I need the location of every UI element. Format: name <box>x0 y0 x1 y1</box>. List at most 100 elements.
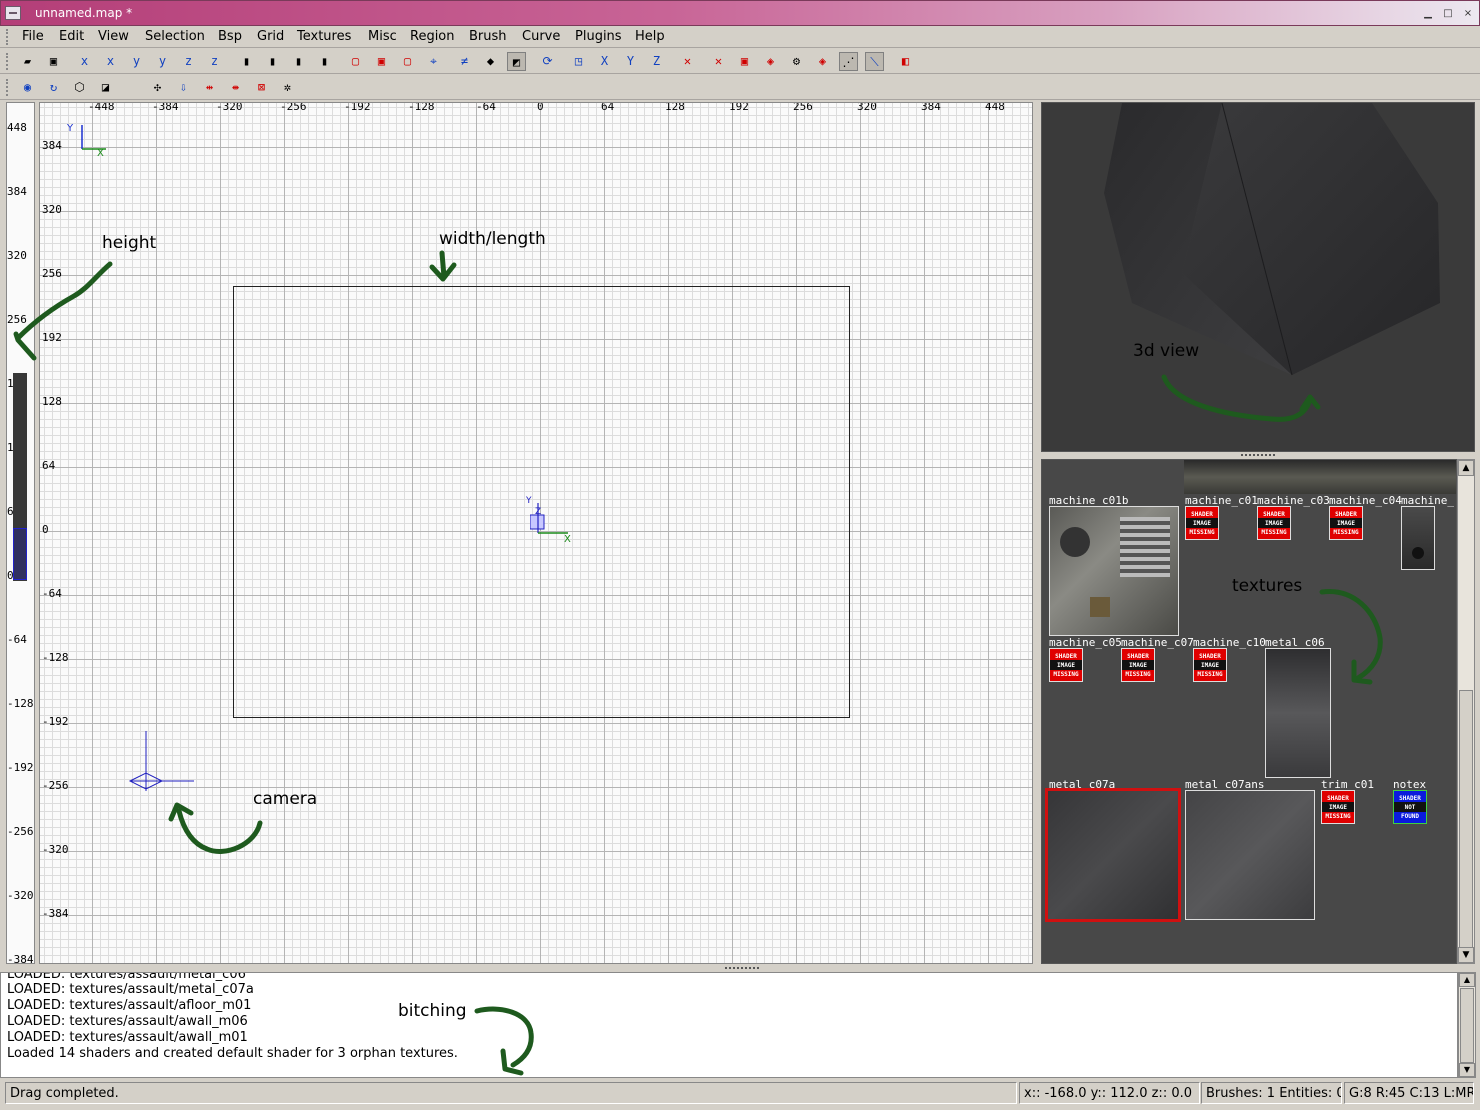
dropdown-icon[interactable]: ⚙ <box>787 52 806 71</box>
plugin-globe-icon[interactable]: ◉ <box>18 78 37 97</box>
menu-edit[interactable]: Edit <box>59 29 84 44</box>
camera-3d-view[interactable]: 3d view <box>1041 102 1475 452</box>
show-entities-icon[interactable]: ◧ <box>896 52 915 71</box>
plugin-bug-icon[interactable]: ✣ <box>148 78 167 97</box>
texture-notex-notfound[interactable]: SHADER NOT FOUND <box>1393 790 1427 824</box>
view-splitter[interactable] <box>1041 452 1475 458</box>
close-icon[interactable]: × <box>1461 7 1475 21</box>
plugin-merge-icon[interactable]: ⇼ <box>226 78 245 97</box>
view-y-icon[interactable]: Y <box>621 52 640 71</box>
menu-misc[interactable]: Misc <box>368 29 397 44</box>
console-scroll-up-icon[interactable]: ▲ <box>1459 973 1475 987</box>
y-tick: 64 <box>42 459 56 472</box>
select-touching-icon[interactable]: ▮ <box>263 52 282 71</box>
camera-preview-icon[interactable]: ◩ <box>507 52 526 71</box>
flip-z-icon[interactable]: z <box>179 52 198 71</box>
texture-machine-c05-missing[interactable]: SHADER IMAGE MISSING <box>1049 648 1083 682</box>
clipper-icon[interactable]: ⌖ <box>424 52 443 71</box>
view-x-icon[interactable]: X <box>595 52 614 71</box>
console-splitter[interactable] <box>0 965 1480 971</box>
select-complete-tall-icon[interactable]: ▮ <box>237 52 256 71</box>
menu-help[interactable]: Help <box>635 29 665 44</box>
curve-icon[interactable]: ◈ <box>813 52 832 71</box>
annotation-height: height <box>102 233 157 253</box>
plugin-split-icon[interactable]: ⇹ <box>200 78 219 97</box>
plugin-shape-icon[interactable]: ⬡ <box>70 78 89 97</box>
z-tick: -256 <box>7 825 34 838</box>
menu-grid[interactable]: Grid <box>257 29 284 44</box>
console-scroll-thumb[interactable] <box>1460 988 1474 1063</box>
texture-lock-icon[interactable]: ◆ <box>481 52 500 71</box>
plugin-image-icon[interactable]: ◪ <box>96 78 115 97</box>
scroll-up-icon[interactable]: ▲ <box>1458 460 1474 476</box>
texture-machine-c04-missing[interactable]: SHADER IMAGE MISSING <box>1329 506 1363 540</box>
texture-machine-partial[interactable] <box>1401 506 1435 570</box>
make-entity-icon[interactable]: ◳ <box>569 52 588 71</box>
texture-machine-c03-missing[interactable]: SHADER IMAGE MISSING <box>1257 506 1291 540</box>
texture-metal-c07a-selected[interactable] <box>1045 788 1181 922</box>
plugin-light-icon[interactable]: ✲ <box>278 78 297 97</box>
menu-textures[interactable]: Textures <box>297 29 351 44</box>
cone-icon[interactable]: ✕ <box>709 52 728 71</box>
bevel-icon[interactable]: ✕ <box>678 52 697 71</box>
plugin-cycle-icon[interactable]: ↻ <box>44 78 63 97</box>
scroll-down-icon[interactable]: ▼ <box>1458 947 1474 963</box>
texture-scrollbar[interactable]: ▲ ▼ <box>1457 459 1475 964</box>
flip-x-icon[interactable]: x <box>75 52 94 71</box>
rotate-x-icon[interactable]: x <box>101 52 120 71</box>
view-z-icon[interactable]: Z <box>647 52 666 71</box>
xy-view[interactable]: -448 -384 -320 -256 -192 -128 -64 0 64 1… <box>39 102 1033 964</box>
menubar-grip[interactable] <box>6 29 12 45</box>
drag-vertices-icon[interactable]: ⋰ <box>839 52 858 71</box>
brush-outline[interactable] <box>233 286 850 718</box>
texture-trim-c01-missing[interactable]: SHADER IMAGE MISSING <box>1321 790 1355 824</box>
plugin-clear-icon[interactable]: ⊠ <box>252 78 271 97</box>
console-scrollbar[interactable]: ▲ ▼ <box>1458 972 1476 1078</box>
open-icon[interactable]: ▰ <box>18 52 37 71</box>
rotate-y-icon[interactable]: y <box>153 52 172 71</box>
menu-curve[interactable]: Curve <box>522 29 560 44</box>
plugin-toolbar: ◉ ↻ ⬡ ◪ ✣ ⇩ ⇹ ⇼ ⊠ ✲ <box>0 75 1480 100</box>
z-view[interactable]: 448 384 320 256 192 128 64 0 -64 -128 -1… <box>6 102 35 964</box>
texture-machine-c07-missing[interactable]: SHADER IMAGE MISSING <box>1121 648 1155 682</box>
csg-merge-icon[interactable]: ▣ <box>372 52 391 71</box>
maximize-icon[interactable]: □ <box>1441 7 1455 21</box>
texture-metal-c07ans[interactable] <box>1185 790 1315 920</box>
console-scroll-down-icon[interactable]: ▼ <box>1459 1063 1475 1077</box>
select-partial-tall-icon[interactable]: ▮ <box>289 52 308 71</box>
toolbar-grip[interactable] <box>6 53 12 70</box>
menu-selection[interactable]: Selection <box>145 29 205 44</box>
cap-icon[interactable]: ▣ <box>735 52 754 71</box>
z-camera-marker[interactable] <box>13 528 27 580</box>
window-menu-icon[interactable] <box>5 6 21 20</box>
menu-bsp[interactable]: Bsp <box>218 29 242 44</box>
flip-y-icon[interactable]: y <box>127 52 146 71</box>
patch-icon[interactable]: ◈ <box>761 52 780 71</box>
menu-plugins[interactable]: Plugins <box>575 29 622 44</box>
hollow-icon[interactable]: ▢ <box>398 52 417 71</box>
rotate-z-icon[interactable]: z <box>205 52 224 71</box>
status-grid: G:8 R:45 C:13 L:MR <box>1344 1082 1474 1104</box>
refresh-icon[interactable]: ⟳ <box>538 52 557 71</box>
texture-machine-c01b[interactable] <box>1049 506 1179 636</box>
menu-brush[interactable]: Brush <box>469 29 507 44</box>
texture-scroll-thumb[interactable] <box>1459 690 1473 950</box>
change-views-icon[interactable]: ≠ <box>455 52 474 71</box>
menu-file[interactable]: File <box>22 29 44 44</box>
select-inside-icon[interactable]: ▮ <box>315 52 334 71</box>
texture-machine-c01-missing[interactable]: SHADER IMAGE MISSING <box>1185 506 1219 540</box>
csg-subtract-icon[interactable]: ▢ <box>346 52 365 71</box>
console-log[interactable]: LOADED: textures/assault/metal_c06 LOADE… <box>0 972 1458 1078</box>
texture-machine-c10-missing[interactable]: SHADER IMAGE MISSING <box>1193 648 1227 682</box>
drag-edges-icon[interactable]: ⟍ <box>865 52 884 71</box>
toolbar2-grip[interactable] <box>6 79 12 96</box>
status-coords: x:: -168.0 y:: 112.0 z:: 0.0 <box>1019 1082 1200 1104</box>
minimize-icon[interactable]: ▁ <box>1421 7 1435 21</box>
menu-view[interactable]: View <box>98 29 129 44</box>
plugin-drop-icon[interactable]: ⇩ <box>174 78 193 97</box>
menu-region[interactable]: Region <box>410 29 455 44</box>
z-tick: -192 <box>7 761 34 774</box>
camera-icon[interactable] <box>128 731 198 793</box>
texture-browser[interactable]: machine_c01b machine_c01 SHADER IMAGE MISS… <box>1041 459 1457 964</box>
save-icon[interactable]: ▣ <box>44 52 63 71</box>
